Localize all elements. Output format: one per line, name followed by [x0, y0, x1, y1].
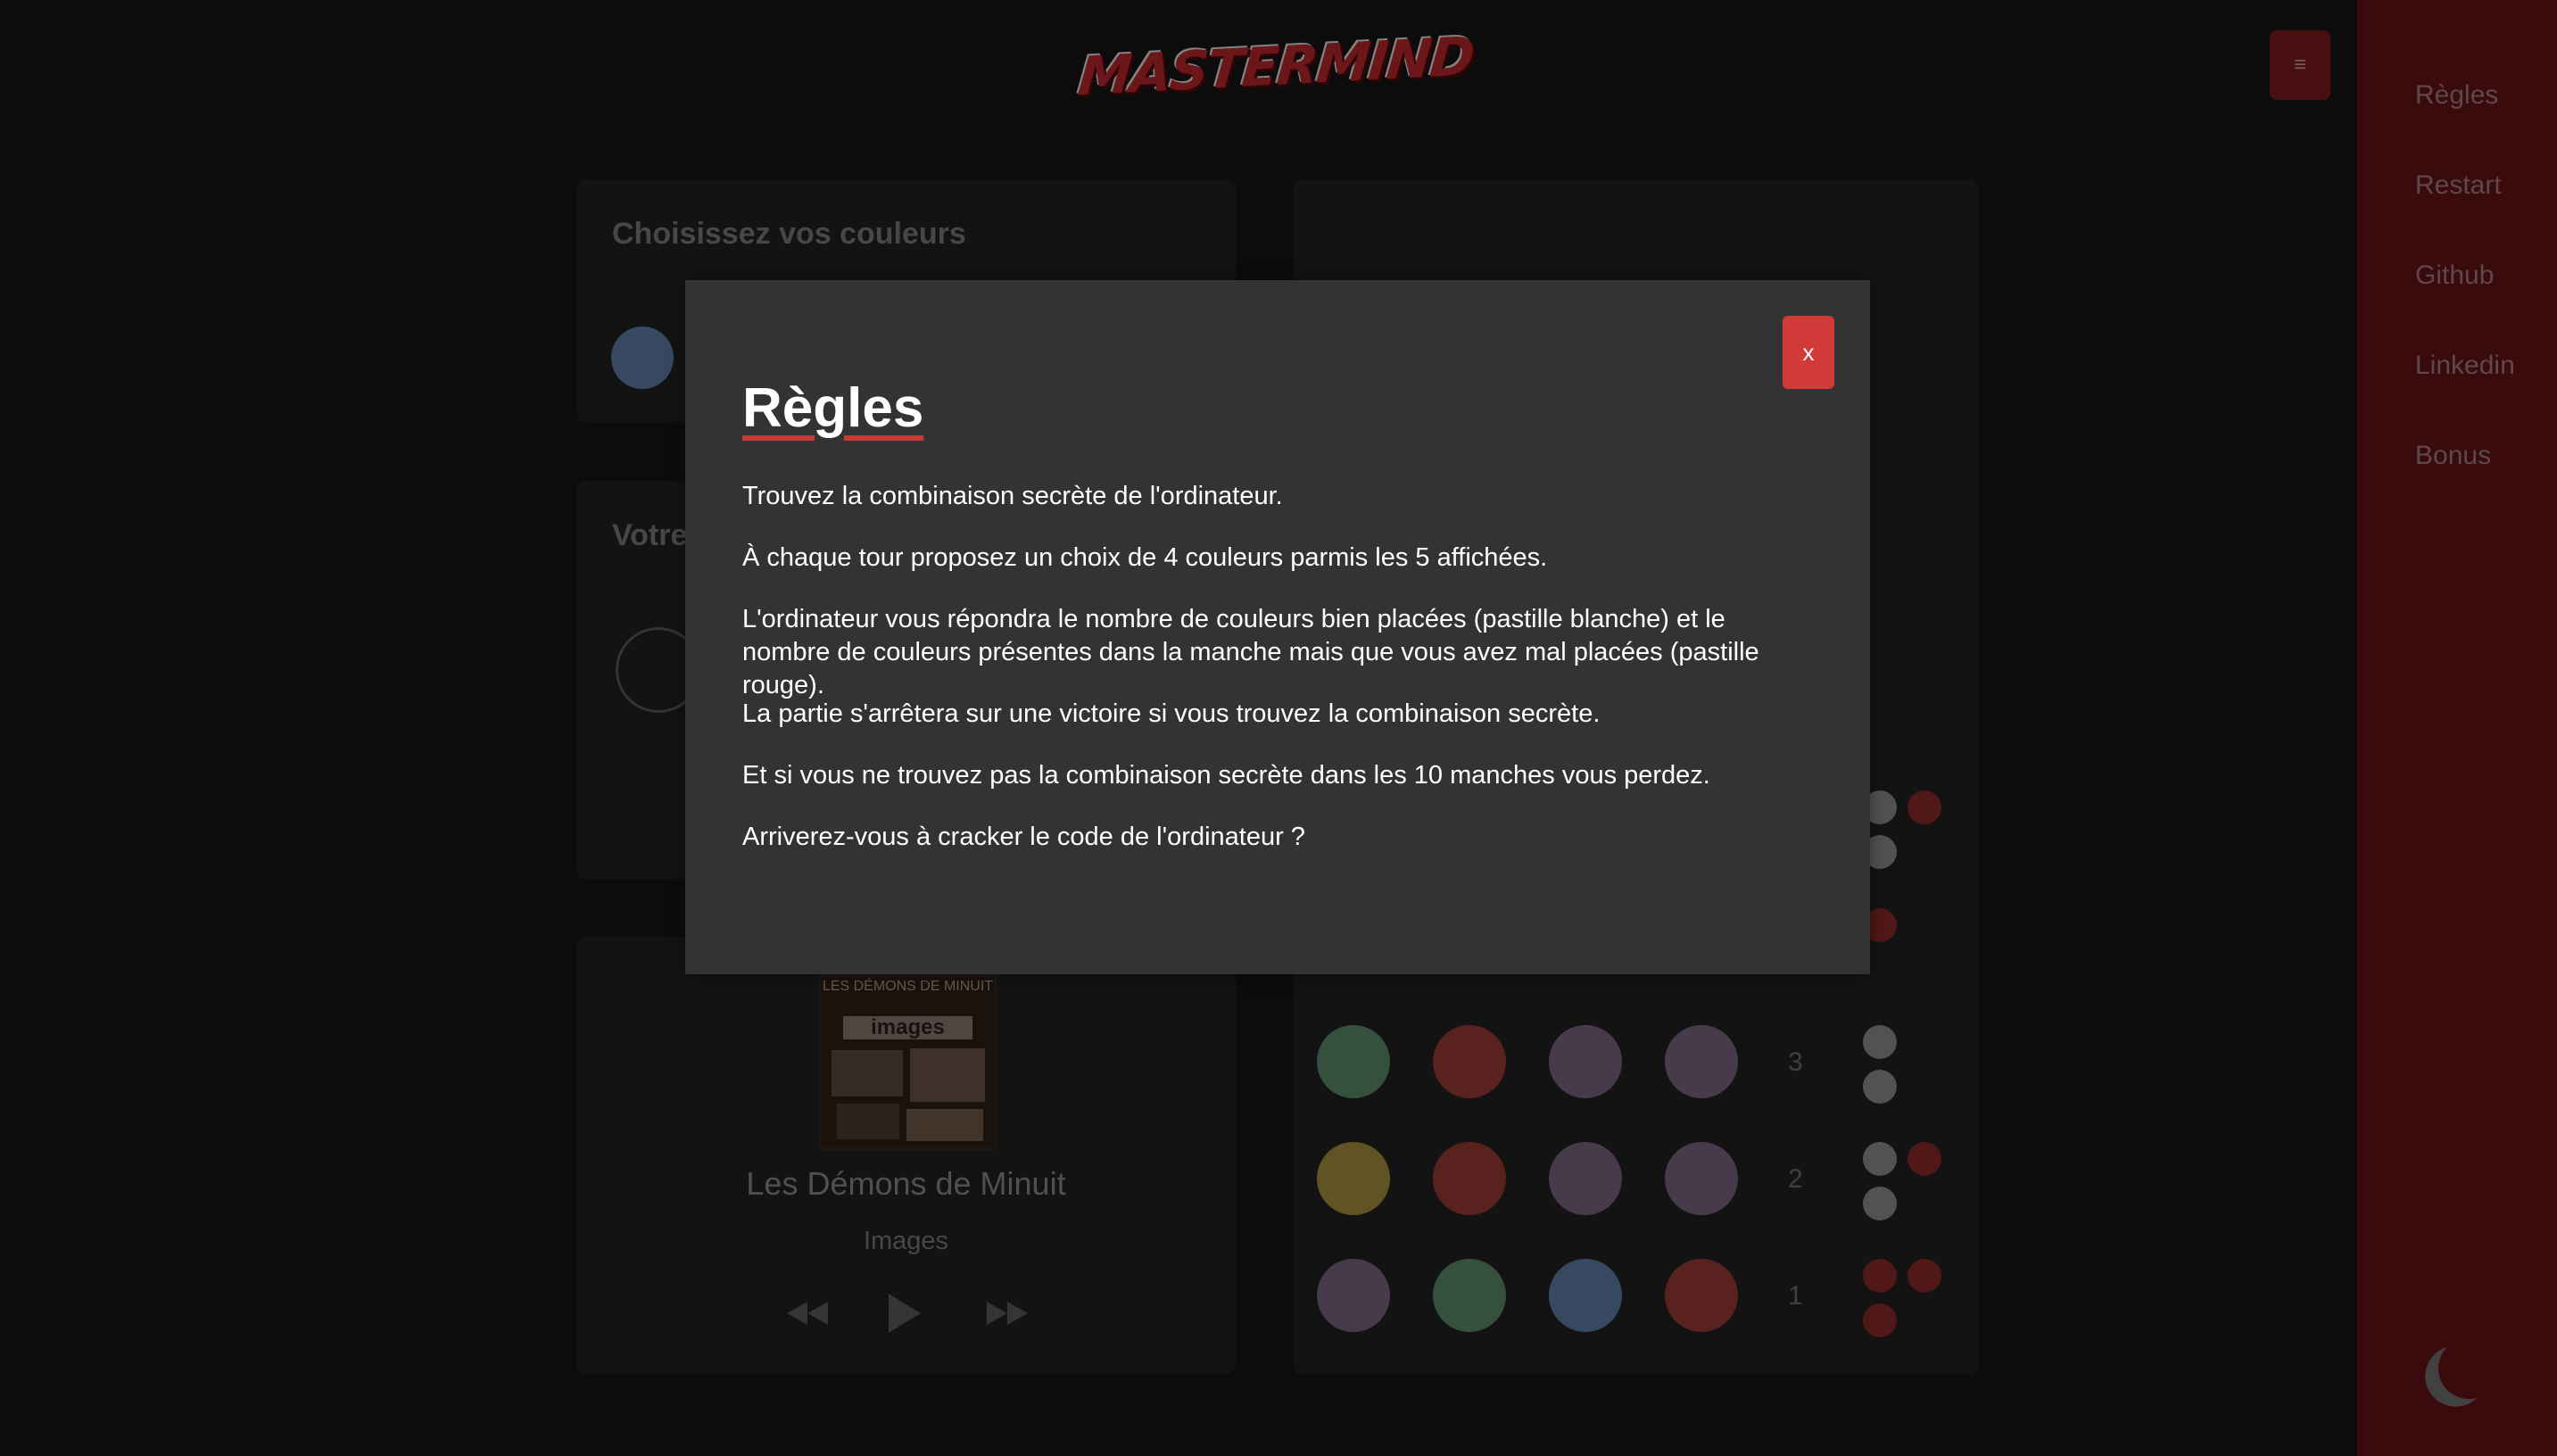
rule-text: La partie s'arrêtera sur une victoire si…	[742, 699, 1601, 728]
rule-text: À chaque tour proposez un choix de 4 cou…	[742, 543, 1548, 572]
close-modal-button[interactable]: x	[1783, 316, 1834, 389]
rule-text: L'ordinateur vous répondra le nombre de …	[742, 605, 1759, 699]
modal-title: Règles	[742, 377, 924, 439]
rules-modal: x Règles Trouvez la combinaison secrète …	[685, 280, 1870, 974]
rule-text: Trouvez la combinaison secrète de l'ordi…	[742, 482, 1283, 510]
rule-text: Et si vous ne trouvez pas la combinaison…	[742, 761, 1710, 790]
rule-text: Arriverez-vous à cracker le code de l'or…	[742, 823, 1305, 851]
